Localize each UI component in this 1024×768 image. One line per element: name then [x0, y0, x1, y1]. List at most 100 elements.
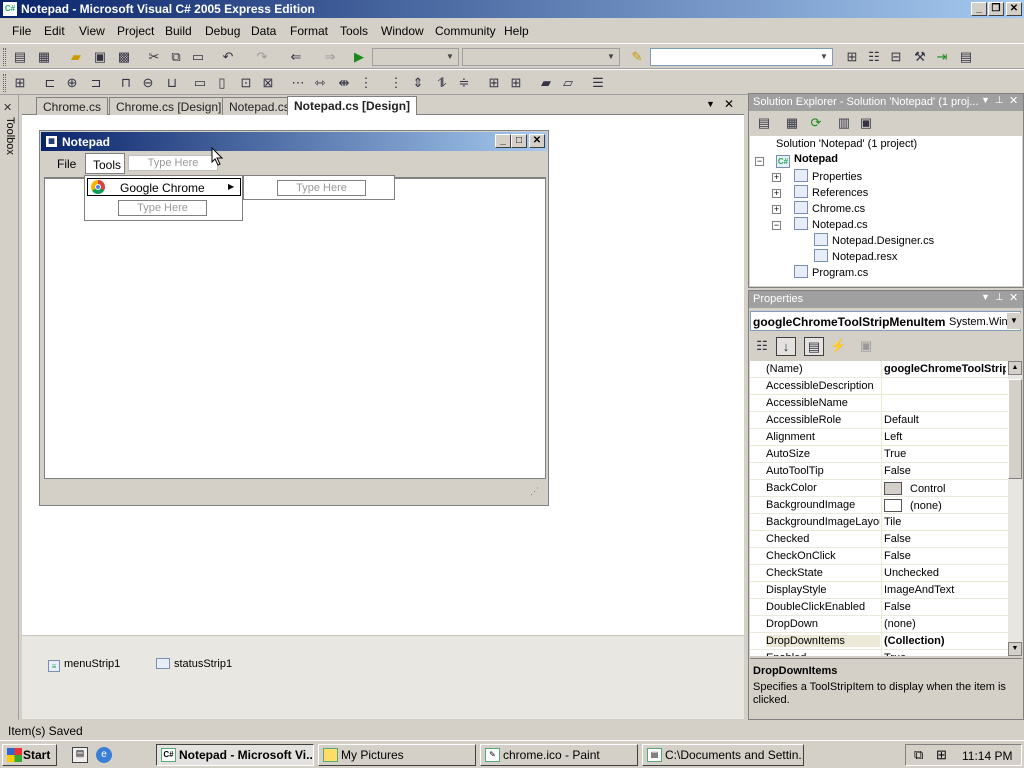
property-row[interactable]: Checked False: [750, 531, 1008, 548]
open-icon[interactable]: ▰: [68, 49, 84, 65]
collapse-icon[interactable]: −: [772, 221, 781, 230]
tree-references[interactable]: References: [794, 185, 868, 199]
pane-close-icon[interactable]: ✕: [1009, 291, 1018, 304]
menu-data[interactable]: Data: [251, 24, 276, 38]
v-spacing-decrease-icon[interactable]: ⥮: [434, 75, 450, 91]
tab-order-icon[interactable]: ☰: [590, 75, 606, 91]
v-spacing-remove-icon[interactable]: ≑: [456, 75, 472, 91]
menu-debug[interactable]: Debug: [205, 24, 240, 38]
h-spacing-remove-icon[interactable]: ⋮: [358, 75, 374, 91]
property-value[interactable]: Left: [884, 431, 1006, 443]
bring-to-front-icon[interactable]: ▰: [538, 75, 554, 91]
tree-project[interactable]: C# Notepad: [776, 153, 838, 168]
object-browser-icon[interactable]: ⊟: [888, 49, 904, 65]
make-same-width-icon[interactable]: ▭: [192, 75, 208, 91]
add-item-icon[interactable]: ▦: [36, 49, 52, 65]
property-value[interactable]: True: [884, 652, 1006, 656]
statusstrip-component[interactable]: statusStrip1: [156, 658, 232, 670]
menu-tools[interactable]: Tools: [340, 24, 368, 38]
v-spacing-equal-icon[interactable]: ⋮: [388, 75, 404, 91]
properties-window-icon[interactable]: ☷: [866, 49, 882, 65]
property-row[interactable]: AutoSize True: [750, 446, 1008, 463]
expand-icon[interactable]: +: [772, 173, 781, 182]
h-spacing-equal-icon[interactable]: ⋯: [290, 75, 306, 91]
categorized-icon[interactable]: ☷: [754, 338, 770, 354]
find-in-files-icon[interactable]: ✎: [629, 49, 645, 65]
scroll-down-icon[interactable]: ▼: [1008, 642, 1022, 656]
toolbox-side-tab[interactable]: ✕ Toolbox: [0, 95, 19, 720]
pane-close-icon[interactable]: ✕: [1009, 94, 1018, 107]
app-icon[interactable]: C#: [2, 1, 18, 17]
size-to-grid-icon[interactable]: ⊡: [238, 75, 254, 91]
property-value[interactable]: False: [884, 533, 1006, 545]
menu-view[interactable]: View: [79, 24, 105, 38]
center-horizontally-icon[interactable]: ⊞: [486, 75, 502, 91]
events-icon[interactable]: ⚡: [830, 338, 846, 354]
start-button[interactable]: Start: [2, 744, 57, 766]
property-value[interactable]: Default: [884, 414, 1006, 426]
property-row[interactable]: DropDown (none): [750, 616, 1008, 633]
form-menu-file[interactable]: File: [57, 157, 76, 171]
menu-edit[interactable]: Edit: [44, 24, 65, 38]
task-paint[interactable]: ✎ chrome.ico - Paint: [480, 744, 638, 766]
form-menu-tools[interactable]: Tools: [85, 153, 125, 174]
toolbar-grip[interactable]: [3, 74, 6, 92]
property-row[interactable]: AutoToolTip False: [750, 463, 1008, 480]
property-value[interactable]: (none): [884, 618, 1006, 630]
refresh-icon[interactable]: ⟳: [808, 115, 824, 131]
property-value[interactable]: False: [884, 465, 1006, 477]
property-row[interactable]: Alignment Left: [750, 429, 1008, 446]
menustrip-component[interactable]: ≡ menuStrip1: [48, 658, 120, 672]
property-row[interactable]: (Name) googleChromeToolStripM: [750, 361, 1008, 378]
object-selector-arrow-icon[interactable]: ▼: [1007, 313, 1021, 329]
v-spacing-increase-icon[interactable]: ⇕: [410, 75, 426, 91]
property-value[interactable]: Unchecked: [884, 567, 1006, 579]
save-all-icon[interactable]: ▩: [116, 49, 132, 65]
submenu-type-here[interactable]: Type Here: [277, 180, 366, 196]
property-row[interactable]: CheckOnClick False: [750, 548, 1008, 565]
property-value[interactable]: Control: [884, 482, 1006, 495]
clock[interactable]: 11:14 PM: [962, 749, 1012, 763]
property-grid-scrollbar[interactable]: ▲ ▼: [1008, 361, 1022, 656]
align-tops-icon[interactable]: ⊓: [118, 75, 134, 91]
property-row[interactable]: DoubleClickEnabled False: [750, 599, 1008, 616]
restore-icon[interactable]: ❐: [988, 2, 1004, 16]
cut-icon[interactable]: ✂: [146, 49, 162, 65]
property-row[interactable]: Enabled True: [750, 650, 1008, 656]
task-explorer[interactable]: ▤ C:\Documents and Settin...: [642, 744, 804, 766]
property-value[interactable]: True: [884, 448, 1006, 460]
tab-notepad-design[interactable]: Notepad.cs [Design]: [287, 96, 418, 116]
menu-file[interactable]: File: [12, 24, 31, 38]
navigate-forward-icon[interactable]: ⇒: [322, 49, 338, 65]
view-code-icon[interactable]: ▥: [836, 115, 852, 131]
redo-icon[interactable]: ↷: [254, 49, 270, 65]
h-spacing-increase-icon[interactable]: ⇿: [312, 75, 328, 91]
save-icon[interactable]: ▣: [92, 49, 108, 65]
view-designer-icon[interactable]: ▣: [858, 115, 874, 131]
menu-format[interactable]: Format: [290, 24, 328, 38]
form-client-area[interactable]: [44, 177, 546, 479]
tree-solution[interactable]: Solution 'Notepad' (1 project): [776, 138, 917, 150]
find-combo[interactable]: ▼: [650, 48, 833, 66]
google-chrome-menu-item[interactable]: Google Chrome ▶: [87, 178, 241, 196]
tree-notepad-resx[interactable]: Notepad.resx: [814, 249, 897, 263]
property-value[interactable]: (none): [884, 499, 1006, 512]
property-row[interactable]: BackgroundImage (none): [750, 497, 1008, 514]
toolbar-grip[interactable]: [3, 48, 6, 66]
show-desktop-icon[interactable]: ▤: [72, 747, 88, 763]
align-bottoms-icon[interactable]: ⊔: [164, 75, 180, 91]
task-visual-csharp[interactable]: C# Notepad - Microsoft Vi...: [156, 744, 314, 766]
task-my-pictures[interactable]: My Pictures: [318, 744, 476, 766]
expand-icon[interactable]: +: [772, 205, 781, 214]
alphabetical-icon[interactable]: ↓: [776, 337, 796, 356]
other-windows-icon[interactable]: ▤: [958, 49, 974, 65]
property-row[interactable]: DisplayStyle ImageAndText: [750, 582, 1008, 599]
show-all-files-icon[interactable]: ▦: [784, 115, 800, 131]
close-icon[interactable]: ✕: [1006, 2, 1022, 16]
make-same-height-icon[interactable]: ▯: [214, 75, 230, 91]
align-middles-icon[interactable]: ⊖: [140, 75, 156, 91]
property-value[interactable]: (Collection): [884, 635, 1006, 647]
close-document-icon[interactable]: ✕: [724, 97, 734, 111]
pin-icon[interactable]: ⊥: [995, 95, 1004, 106]
h-spacing-decrease-icon[interactable]: ⇼: [336, 75, 352, 91]
